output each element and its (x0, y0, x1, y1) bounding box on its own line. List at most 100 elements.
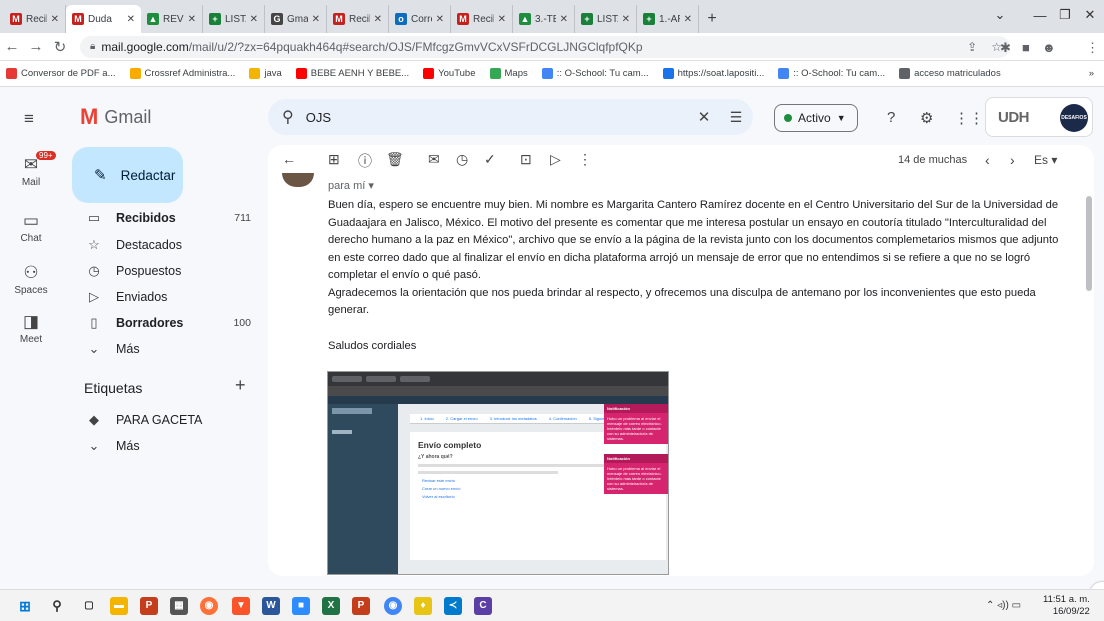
label-icon[interactable]: ▷ (550, 151, 561, 168)
browser-tab[interactable]: + LISTA ✕ (575, 5, 637, 33)
browser-tab[interactable]: M Recibi ✕ (451, 5, 513, 33)
tab-close-icon[interactable]: ✕ (622, 14, 630, 25)
tab-close-icon[interactable]: ✕ (684, 14, 692, 25)
back-to-list-icon[interactable]: ← (282, 151, 296, 167)
tab-close-icon[interactable]: ✕ (498, 14, 506, 25)
bookmark-item[interactable]: java (249, 68, 282, 79)
sidepanel-icon[interactable]: ■ (1022, 40, 1030, 55)
search-icon[interactable]: ⚲ (282, 107, 294, 127)
chrome-icon[interactable]: ◉ (384, 597, 402, 615)
nav-item-enviados[interactable]: ▷ Enviados (72, 284, 257, 310)
rail-meet[interactable]: ◨ Meet (0, 312, 62, 345)
tab-close-icon[interactable]: ✕ (127, 14, 135, 25)
app-icon[interactable]: ♦ (414, 597, 432, 615)
vscode-icon[interactable]: ≺ (444, 597, 462, 615)
recipient-line[interactable]: para mí ▾ (328, 179, 374, 192)
calculator-icon[interactable]: ▦ (170, 597, 188, 615)
rail-chat[interactable]: ▭ Chat (0, 211, 62, 244)
browser-tab[interactable]: + LISTA ✕ (203, 5, 265, 33)
account-switcher[interactable]: UDH DESAFIOS (985, 97, 1093, 137)
snooze-icon[interactable]: ◷ (456, 151, 468, 168)
nav-item-recibidos[interactable]: ▭ Recibidos 711 (72, 205, 257, 231)
compose-button[interactable]: ✎ Redactar (72, 147, 183, 203)
nav-item-más[interactable]: ⌄ Más (72, 336, 257, 362)
start-icon[interactable]: ⊞ (16, 597, 34, 615)
canva-icon[interactable]: C (474, 597, 492, 615)
newer-icon[interactable]: ‹ (985, 152, 990, 168)
clock[interactable]: 11:51 a. m. 16/09/22 (1043, 594, 1090, 618)
label-item[interactable]: ◆ PARA GACETA (72, 407, 257, 433)
firefox-icon[interactable]: ◉ (200, 597, 218, 615)
brave-icon[interactable]: ▼ (232, 597, 250, 615)
tab-close-icon[interactable]: ✕ (374, 14, 382, 25)
search-filters-icon[interactable]: ☰ (719, 109, 753, 126)
bookmark-item[interactable]: YouTube (423, 68, 476, 79)
older-icon[interactable]: › (1010, 152, 1015, 168)
search-bar[interactable]: ⚲ OJS ✕ ☰ (268, 99, 753, 135)
more-options-icon[interactable]: ⋮ (578, 151, 592, 168)
nav-item-pospuestos[interactable]: ◷ Pospuestos (72, 258, 257, 284)
nav-item-destacados[interactable]: ☆ Destacados (72, 232, 257, 258)
browser-tab[interactable]: M Recibi ✕ (327, 5, 389, 33)
system-tray[interactable]: ⌃ ◃)) ▭ (986, 600, 1021, 611)
tab-close-icon[interactable]: ✕ (436, 14, 444, 25)
bookmark-item[interactable]: Conversor de PDF a... (6, 68, 116, 79)
tab-search-icon[interactable]: ⌄ (980, 0, 1020, 30)
browser-tab[interactable]: ▲ REV 2 ✕ (141, 5, 203, 33)
excel-icon[interactable]: X (322, 597, 340, 615)
extensions-icon[interactable]: ✱ (1000, 40, 1011, 56)
search-input[interactable]: OJS (306, 110, 689, 125)
tab-close-icon[interactable]: ✕ (188, 14, 196, 25)
help-icon[interactable]: ? (887, 109, 895, 126)
move-to-icon[interactable]: ⊡ (520, 151, 532, 168)
apps-grid-icon[interactable]: ⋮⋮ (954, 109, 984, 127)
browser-tab[interactable]: +1.-ART ✕ (637, 5, 699, 33)
scrollbar[interactable] (1086, 196, 1092, 291)
powerpoint-icon[interactable]: P (140, 597, 158, 615)
archive-icon[interactable]: ⊞ (328, 151, 340, 168)
add-task-icon[interactable]: ✓ (484, 151, 496, 168)
add-label-icon[interactable]: + (235, 375, 246, 396)
reload-icon[interactable]: ↻ (48, 38, 72, 56)
bookmarks-more-icon[interactable]: » (1089, 68, 1094, 79)
profile-icon[interactable]: ☻ (1042, 40, 1056, 55)
input-tools-button[interactable]: Es ▾ (1034, 153, 1057, 167)
clear-search-icon[interactable]: ✕ (689, 108, 719, 126)
bookmark-item[interactable]: acceso matriculados (899, 68, 1001, 79)
word-icon[interactable]: W (262, 597, 280, 615)
powerpoint-icon-2[interactable]: P (352, 597, 370, 615)
back-icon[interactable]: ← (0, 38, 24, 55)
browser-tab[interactable]: o Correo ✕ (389, 5, 451, 33)
gmail-logo[interactable]: M Gmail (80, 104, 151, 130)
browser-tab[interactable]: ▲ 3.-TER ✕ (513, 5, 575, 33)
forward-icon[interactable]: → (24, 38, 48, 55)
file-explorer-icon[interactable]: ▬ (110, 597, 128, 615)
delete-icon[interactable]: 🗑︎ (386, 151, 404, 168)
tab-close-icon[interactable]: ✕ (51, 14, 59, 25)
tab-close-icon[interactable]: ✕ (250, 14, 258, 25)
label-item[interactable]: ⌄ Más (72, 433, 257, 459)
mark-unread-icon[interactable]: ✉ (428, 151, 440, 168)
sender-avatar[interactable] (282, 173, 314, 187)
nav-item-borradores[interactable]: ▯ Borradores 100 (72, 310, 257, 336)
share-icon[interactable]: ⇪ (967, 40, 977, 54)
browser-tab[interactable]: M Recibi ✕ (4, 5, 66, 33)
bookmark-item[interactable]: BEBE AENH Y BEBE... (295, 68, 409, 79)
browser-tab[interactable]: G Gmail ✕ (265, 5, 327, 33)
embedded-screenshot[interactable]: 1. Inicio 2. Cargar el envío 3. Introducir… (327, 371, 669, 575)
task-view-icon[interactable]: ▢ (80, 597, 98, 615)
url-field[interactable]: 🔒︎ mail.google.com/mail/u/2/?zx=64pquakh… (80, 35, 1010, 58)
browser-menu-icon[interactable]: ⋮ (1086, 40, 1099, 56)
bookmark-item[interactable]: Maps (489, 68, 528, 79)
bookmark-item[interactable]: :: O-School: Tu cam... (778, 68, 885, 79)
bookmark-item[interactable]: Crossref Administra... (129, 68, 235, 79)
browser-tab[interactable]: M Duda ✕ (66, 5, 141, 33)
bookmark-item[interactable]: https://soat.lapositi... (662, 68, 764, 79)
status-dropdown[interactable]: Activo ▼ (774, 104, 858, 132)
settings-gear-icon[interactable]: ⚙ (920, 109, 933, 127)
report-spam-icon[interactable]: ⓘ (358, 151, 372, 171)
bookmark-item[interactable]: :: O-School: Tu cam... (541, 68, 649, 79)
rail-mail[interactable]: ✉ 99+ Mail (0, 151, 62, 188)
avatar[interactable]: DESAFIOS (1060, 104, 1088, 132)
close-window-icon[interactable]: ✕ (1070, 0, 1104, 30)
